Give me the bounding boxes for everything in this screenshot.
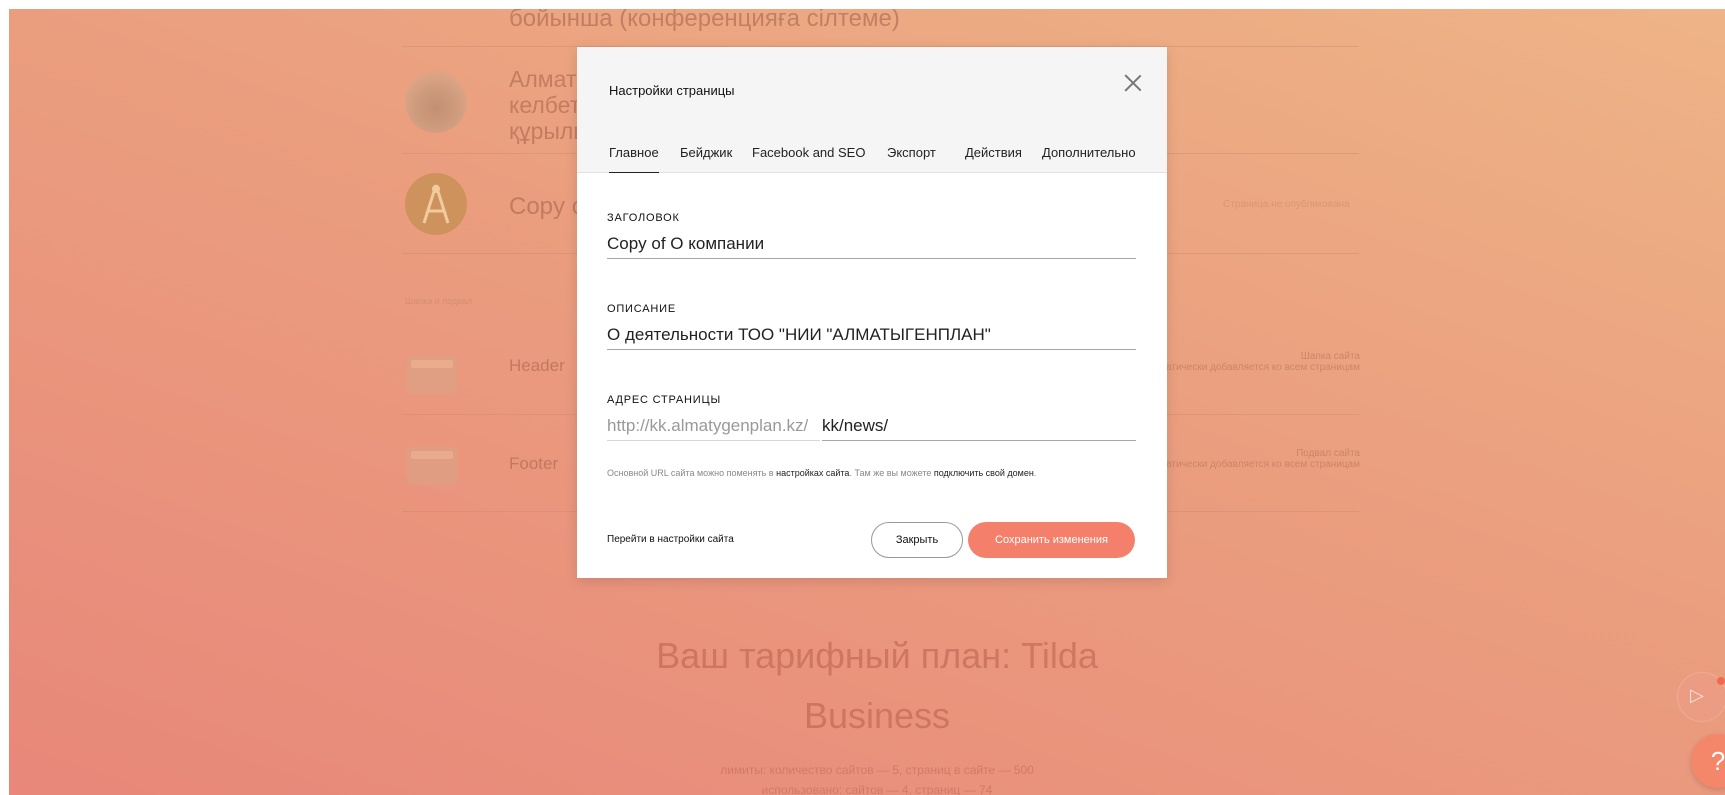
notification-dot	[1717, 677, 1725, 685]
save-changes-button[interactable]: Сохранить изменения	[968, 522, 1135, 558]
plan-limits: лимиты: количество сайтов — 5, страниц в…	[720, 763, 1034, 777]
block-name-header: Header	[509, 356, 565, 375]
go-to-site-settings-link[interactable]: Перейти в настройки сайта	[607, 534, 734, 545]
tab-main[interactable]: Главное	[609, 145, 659, 173]
page-status: Страница не опубликована	[1223, 199, 1350, 210]
page-url-label: АДРЕС СТРАНИЦЫ	[607, 394, 721, 406]
footer-block-icon	[407, 447, 457, 485]
plan-used: использовано: сайтов — 4, страниц — 74	[761, 783, 993, 795]
description-label: ОПИСАНИЕ	[607, 303, 676, 315]
hint-text: .	[1033, 468, 1037, 478]
page-list-title: Copy o	[509, 193, 586, 220]
compass-icon	[405, 173, 467, 235]
title-input[interactable]	[607, 230, 1136, 259]
tab-advanced[interactable]: Дополнительно	[1042, 145, 1136, 172]
hint-text: . Там же вы можете	[849, 468, 934, 478]
tab-actions[interactable]: Действия	[965, 145, 1022, 172]
url-hint: Основной URL сайта можно поменять в наст…	[607, 468, 1036, 478]
close-icon[interactable]	[1123, 73, 1143, 93]
block-name-footer: Footer	[509, 454, 559, 473]
page-settings-modal: Настройки страницы Главное Бейджик Faceb…	[577, 47, 1167, 578]
title-label: ЗАГОЛОВОК	[607, 212, 680, 224]
tab-export[interactable]: Экспорт	[887, 145, 936, 172]
page-thumbnail	[405, 71, 467, 133]
page-url-input[interactable]	[822, 412, 1136, 441]
tab-badge[interactable]: Бейджик	[680, 145, 732, 172]
site-settings-link[interactable]: настройках сайта	[776, 468, 849, 478]
close-button[interactable]: Закрыть	[871, 522, 963, 558]
hint-text: Основной URL сайта можно поменять в	[607, 468, 777, 478]
url-prefix: http://kk.almatygenplan.kz/	[607, 412, 820, 441]
play-icon: ▷	[1690, 685, 1704, 705]
page-list-title: Алмат келбет құрылы	[509, 66, 579, 144]
modal-title: Настройки страницы	[609, 83, 735, 98]
modal-header: Настройки страницы Главное Бейджик Faceb…	[577, 47, 1167, 173]
plan-title: Ваш тарифный план: Tilda Business	[656, 635, 1098, 736]
section-label: Шапка и подвал	[405, 296, 473, 306]
connect-domain-link[interactable]: подключить свой домен	[934, 468, 1034, 478]
tab-facebook-seo[interactable]: Facebook and SEO	[752, 145, 865, 172]
page-title-top: бойынша (конференцияға сілтеме)	[509, 9, 900, 32]
description-input[interactable]	[607, 321, 1136, 350]
header-block-icon	[407, 356, 457, 394]
